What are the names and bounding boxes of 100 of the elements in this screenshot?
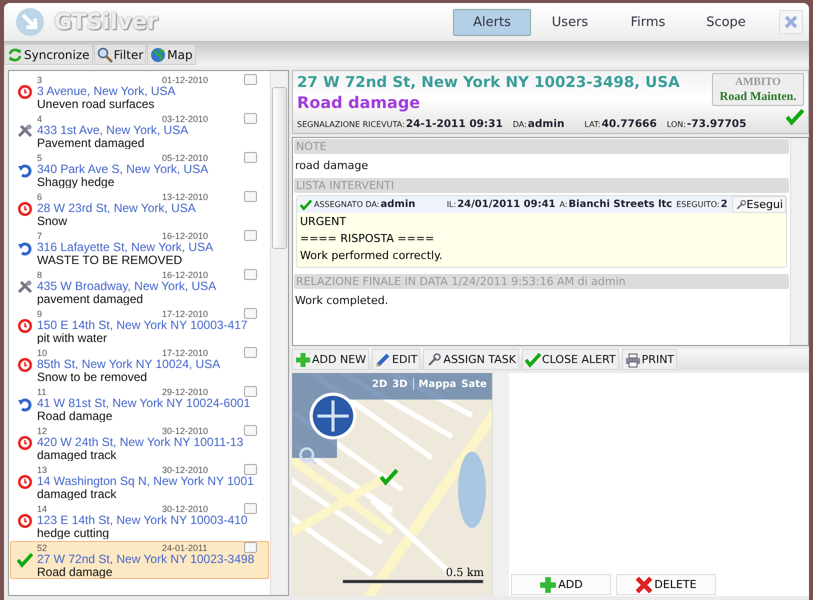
plus-icon <box>539 576 558 594</box>
alert-description: Snow to be removed <box>37 371 148 383</box>
checkbox[interactable] <box>244 74 257 85</box>
checkbox[interactable] <box>244 269 257 280</box>
field-value: 2 <box>720 199 728 210</box>
intervention-text: URGENT <box>299 214 348 230</box>
field-value: 40.77666 <box>602 118 657 130</box>
toolbar-button[interactable]: Syncronize <box>4 44 93 65</box>
intervention-text: Work performed correctly. <box>299 248 444 264</box>
intervention-text: ==== RISPOSTA ==== <box>299 231 436 247</box>
execute-button[interactable]: Esegui <box>732 196 786 213</box>
checkbox[interactable] <box>244 503 257 514</box>
globe-icon <box>150 46 166 62</box>
alert-description: Uneven road surfaces <box>37 98 156 110</box>
nav-tab[interactable]: Alerts <box>453 8 531 36</box>
attachment-button[interactable]: ADD <box>511 574 611 595</box>
alert-item[interactable]: 7 16-12-2010 316 Lafayette St, New York, USA WASTE TO BE REMOVED <box>10 229 269 267</box>
scrollbar[interactable] <box>790 138 808 345</box>
field-value: 24/01/2011 09:41 <box>457 199 556 210</box>
checkbox[interactable] <box>244 230 257 241</box>
alert-description: WASTE TO BE REMOVED <box>37 254 184 266</box>
alert-item[interactable]: 10 17-12-2010 85th St, New York NY 10024, USA Snow to be removed <box>10 346 269 384</box>
checkmark-icon <box>525 352 541 368</box>
nav-tab[interactable]: Users <box>531 8 609 36</box>
checkbox[interactable] <box>244 113 257 124</box>
action-button[interactable]: PRINT <box>622 349 678 370</box>
checkbox[interactable] <box>244 464 257 475</box>
alert-address: 27 W 72nd St, New York NY 10023-3498 <box>37 553 256 566</box>
alert-date: 24-01-2011 <box>162 542 208 552</box>
alert-date: 01-12-2010 <box>162 74 210 84</box>
checkbox[interactable] <box>244 542 257 553</box>
field-label: SEGNALAZIONE RICEVUTA: <box>297 120 405 129</box>
field-label: DA: <box>512 120 527 129</box>
alert-number: 5 <box>37 152 44 162</box>
field-label: IL: <box>446 200 456 209</box>
field-label: LAT: <box>584 120 601 129</box>
alert-number: 10 <box>37 348 48 358</box>
alert-address: 340 Park Ave S, New York, USA <box>37 163 210 176</box>
alert-address-title: 27 W 72nd St, New York NY 10023-3498, USA <box>297 73 681 91</box>
wrench-icon <box>734 198 747 210</box>
alert-address: 316 Lafayette St, New York, USA <box>37 241 214 254</box>
field-value: admin <box>528 118 564 130</box>
checkmark-icon <box>17 552 33 568</box>
map-scale-label: 0.5 km <box>446 566 484 579</box>
return-arrow-icon <box>17 396 33 412</box>
return-arrow-icon <box>17 240 33 256</box>
close-icon <box>783 14 799 30</box>
alert-number: 9 <box>37 308 44 318</box>
cross-icon <box>635 576 654 594</box>
toolbar-button[interactable]: Filter <box>94 44 146 65</box>
nav-tab[interactable]: Scope <box>687 8 765 36</box>
close-button[interactable] <box>779 10 803 34</box>
action-button[interactable]: EDIT <box>372 349 420 370</box>
clock-icon <box>17 513 33 529</box>
report-text: Work completed. <box>294 293 390 309</box>
toolbar-button[interactable]: Map <box>147 44 196 65</box>
alert-number: 6 <box>37 192 44 202</box>
alert-item[interactable]: 3 01-12-2010 3 Avenue, New York, USA Uneven road surfaces <box>10 73 269 111</box>
alert-address: 433 1st Ave, New York, USA <box>37 124 190 137</box>
scope-label: AMBITO <box>734 75 782 89</box>
printer-icon <box>624 352 641 368</box>
alert-number: 3 <box>37 74 44 84</box>
checkbox[interactable] <box>244 152 257 163</box>
alert-date: 17-12-2010 <box>162 308 210 318</box>
clock-icon <box>17 201 33 217</box>
app-title: GTSilver <box>54 10 158 34</box>
action-button[interactable]: ADD NEW <box>292 349 370 370</box>
alert-date: 03-12-2010 <box>162 114 210 124</box>
field-value: 24-1-2011 09:31 <box>406 118 503 130</box>
action-button[interactable]: CLOSE ALERT <box>522 349 619 370</box>
arrow-logo-icon <box>16 8 44 36</box>
alert-address: 14 Washington Sq N, New York NY 1001 <box>37 475 255 488</box>
location-marker-icon <box>380 468 398 486</box>
alert-item[interactable]: 6 13-12-2010 28 W 23rd St, New York, USA Snow <box>10 190 269 228</box>
alert-number: 7 <box>37 230 44 240</box>
nav-tab[interactable]: Firms <box>609 8 687 36</box>
alert-date: 30-12-2010 <box>162 464 210 474</box>
checkbox[interactable] <box>244 191 257 202</box>
scrollbar[interactable] <box>270 71 288 595</box>
plus-icon <box>295 352 311 368</box>
checkmark-icon <box>786 108 804 126</box>
alert-address: 85th St, New York NY 10024, USA <box>37 358 222 371</box>
field-label: ESEGUITO: <box>676 200 720 209</box>
action-button[interactable]: ASSIGN TASK <box>423 349 519 370</box>
alert-number: 13 <box>37 464 48 474</box>
attachment-button[interactable]: DELETE <box>616 574 716 595</box>
note-text: road damage <box>294 158 370 174</box>
checkbox[interactable] <box>244 425 257 436</box>
clock-icon <box>17 435 33 451</box>
alert-address: 150 E 14th St, New York NY 10003-417 <box>37 319 249 332</box>
checkbox[interactable] <box>244 347 257 358</box>
alert-date: 30-12-2010 <box>162 426 210 436</box>
alert-number: 14 <box>37 504 48 514</box>
scrollbar[interactable] <box>492 373 509 596</box>
alert-title: Road damage <box>297 93 422 112</box>
section-heading: LISTA INTERVENTI <box>294 178 789 193</box>
pencil-icon <box>375 352 392 368</box>
alert-date: 16-12-2010 <box>162 230 210 240</box>
checkbox[interactable] <box>244 386 257 397</box>
checkbox[interactable] <box>244 308 257 319</box>
